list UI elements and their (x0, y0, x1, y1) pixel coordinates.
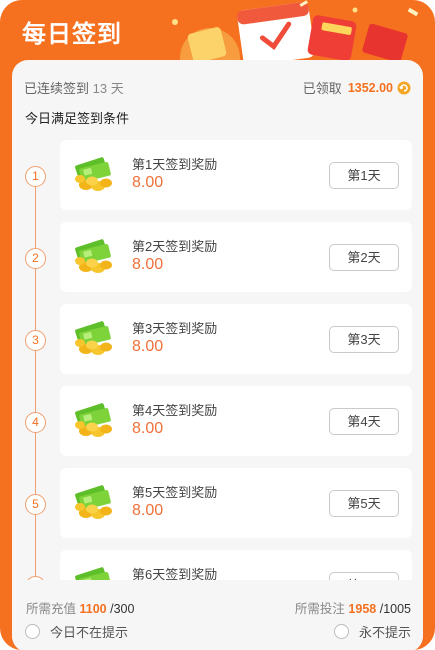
money-stack-icon (72, 399, 118, 441)
reward-list[interactable]: 1 第1天签到奖励 8.00 第1天 2 第2天签到奖励 8.00 第2天 3 第3天签到奖… (12, 140, 423, 580)
checkin-panel: 已连续签到 13 天 已领取 1352.00 今日满足签到条件 1 第1天签到奖… (12, 60, 423, 650)
reward-card: 第2天签到奖励 8.00 第2天 (60, 222, 412, 292)
reward-amount: 8.00 (132, 338, 164, 355)
reward-title: 第6天签到奖励 (132, 567, 218, 580)
reward-title: 第5天签到奖励 (132, 485, 218, 500)
reward-amount: 8.00 (132, 174, 164, 191)
reward-row: 4 第4天签到奖励 8.00 第4天 (12, 386, 423, 456)
day-1-button[interactable]: 第1天 (329, 162, 399, 189)
reward-card: 第3天签到奖励 8.00 第3天 (60, 304, 412, 374)
radio-today[interactable] (25, 624, 40, 639)
claimed-info: 已领取 1352.00 (303, 78, 411, 97)
reward-row: 5 第5天签到奖励 8.00 第5天 (12, 468, 423, 538)
reward-amount: 8.00 (132, 502, 164, 519)
bet-requirement: 所需投注 1958 /1005 (295, 598, 411, 617)
checkin-summary: 已连续签到 13 天 已领取 1352.00 (24, 78, 411, 98)
recharge-requirement: 所需充值 1100 /300 (26, 598, 134, 617)
reward-amount: 8.00 (132, 256, 164, 273)
option-no-remind-today[interactable]: 今日不在提示 (25, 622, 128, 641)
step-number: 6 (25, 576, 46, 580)
recharge-label: 所需充值 (26, 602, 77, 616)
reward-amount: 8.00 (132, 420, 164, 437)
option-never-remind[interactable]: 永不提示 (333, 622, 411, 641)
streak-info: 已连续签到 13 天 (24, 78, 124, 97)
step-number: 5 (25, 494, 46, 515)
reward-title: 第2天签到奖励 (132, 239, 218, 254)
day-5-button[interactable]: 第5天 (329, 490, 399, 517)
money-stack-icon (72, 153, 118, 195)
recharge-value: 1100 (79, 602, 107, 616)
option-never-label: 永不提示 (358, 625, 411, 640)
reward-row: 2 第2天签到奖励 8.00 第2天 (12, 222, 423, 292)
day-3-button[interactable]: 第3天 (329, 326, 399, 353)
reward-row: 6 第6天签到奖励8.00第6天 (12, 550, 423, 580)
bet-label: 所需投注 (294, 602, 345, 616)
reward-card: 第1天签到奖励 8.00 第1天 (60, 140, 412, 210)
bet-total: /1005 (379, 602, 411, 616)
reward-card: 第5天签到奖励 8.00 第5天 (60, 468, 412, 538)
reward-title: 第1天签到奖励 (132, 157, 218, 172)
step-number: 3 (25, 330, 46, 351)
refresh-icon[interactable] (397, 81, 411, 95)
footer: 所需充值 1100 /300 所需投注 1958 /1005 今日不在提示 永不… (12, 588, 423, 650)
reward-card: 第6天签到奖励8.00第6天 (60, 550, 412, 580)
daily-checkin-modal: 每日签到 已连续签到 13 天 已领取 1352.00 今日满足签到条件 1 第… (0, 0, 435, 650)
day-4-button[interactable]: 第4天 (329, 408, 399, 435)
reward-row: 3 第3天签到奖励 8.00 第3天 (12, 304, 423, 374)
day-6-button[interactable]: 第6天 (329, 572, 399, 580)
claimed-label: 已领取 (302, 81, 342, 96)
streak-label: 已连续签到 (24, 81, 90, 96)
calendar-icon (172, 0, 419, 64)
recharge-total: /300 (110, 602, 135, 616)
reward-row: 1 第1天签到奖励 8.00 第1天 (12, 140, 423, 210)
step-number: 4 (25, 412, 46, 433)
reward-title: 第4天签到奖励 (132, 403, 218, 418)
day-2-button[interactable]: 第2天 (329, 244, 399, 271)
header: 每日签到 (0, 0, 435, 64)
step-number: 1 (25, 166, 46, 187)
streak-days: 13 天 (92, 81, 124, 96)
money-stack-icon (72, 481, 118, 523)
money-stack-icon (72, 563, 118, 580)
claimed-amount: 1352.00 (347, 80, 393, 95)
money-stack-icon (72, 235, 118, 277)
money-stack-icon (72, 317, 118, 359)
page-title: 每日签到 (22, 21, 122, 48)
option-today-label: 今日不在提示 (50, 625, 129, 640)
reward-title: 第3天签到奖励 (132, 321, 218, 336)
condition-text: 今日满足签到条件 (25, 111, 130, 126)
radio-never[interactable] (333, 624, 349, 639)
bet-value: 1958 (348, 602, 377, 616)
step-number: 2 (25, 248, 46, 269)
reward-card: 第4天签到奖励 8.00 第4天 (60, 386, 412, 456)
